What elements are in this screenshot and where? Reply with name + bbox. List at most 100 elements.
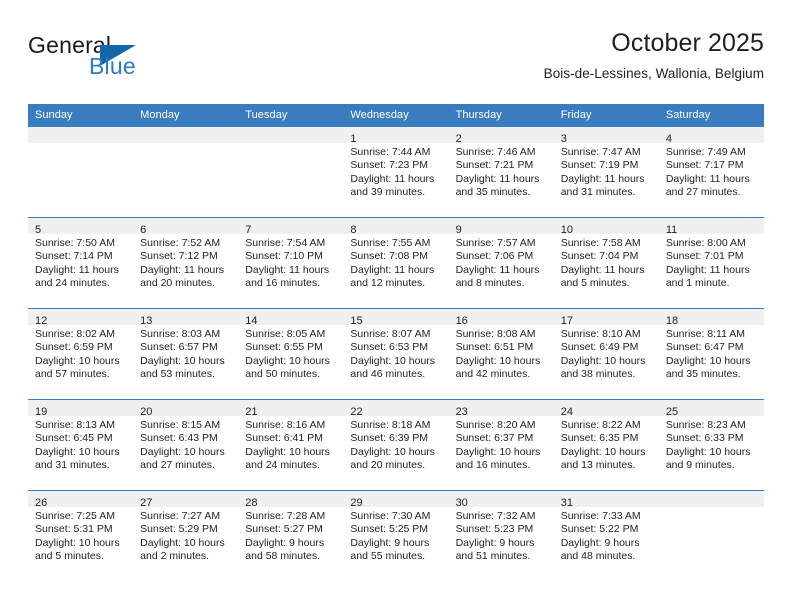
day-cell[interactable]: 6 Sunrise: 7:52 AM Sunset: 7:12 PM Daylight… <box>133 218 239 308</box>
day-details: Sunrise: 7:27 AM Sunset: 5:29 PM Daylight:… <box>133 507 238 564</box>
day-cell[interactable]: 1 Sunrise: 7:44 AM Sunset: 7:23 PM Daylight… <box>343 127 449 217</box>
day-cell[interactable]: 20 Sunrise: 8:15 AM Sunset: 6:43 PM Dayligh… <box>133 400 239 490</box>
day-number: 6 <box>140 224 147 236</box>
weekday-header-monday: Monday <box>133 104 239 127</box>
day-number: 11 <box>665 224 678 236</box>
day-cell[interactable]: 21 Sunrise: 8:16 AM Sunset: 6:41 PM Dayligh… <box>238 400 344 490</box>
daylight-text: Daylight: 10 hours and 46 minutes. <box>350 354 436 381</box>
day-number-band: 26 <box>28 491 134 509</box>
weekday-header-thursday: Thursday <box>448 104 554 127</box>
weekday-header-wednesday: Wednesday <box>343 104 449 127</box>
sunrise-text: Sunrise: 7:55 AM <box>350 237 431 249</box>
calendar-page: General Blue October 2025 Bois-de-Lessin… <box>0 0 792 612</box>
calendar-cell-day: 16 Sunrise: 8:08 AM Sunset: 6:51 PM Dayligh… <box>448 308 554 400</box>
calendar-body: 1 Sunrise: 7:44 AM Sunset: 7:23 PM Daylight… <box>28 127 764 581</box>
sunset-text: Sunset: 5:29 PM <box>140 523 218 536</box>
day-cell[interactable]: 9 Sunrise: 7:57 AM Sunset: 7:06 PM Daylight… <box>448 218 554 308</box>
sunset-text: Sunset: 5:25 PM <box>350 523 429 536</box>
day-number: 1 <box>350 133 357 145</box>
day-cell[interactable]: 12 Sunrise: 8:02 AM Sunset: 6:59 PM Dayligh… <box>28 309 134 399</box>
daylight-text: Daylight: 9 hours and 58 minutes. <box>245 536 325 563</box>
sunset-text: Sunset: 7:14 PM <box>35 250 113 263</box>
daylight-text: Daylight: 10 hours and 42 minutes. <box>455 354 541 381</box>
sunset-text: Sunset: 6:47 PM <box>665 341 744 354</box>
sunrise-text: Sunrise: 7:46 AM <box>455 146 536 158</box>
empty-day-cell <box>133 127 239 217</box>
calendar-week-row: 5 Sunrise: 7:50 AM Sunset: 7:14 PM Daylight… <box>28 217 764 309</box>
sunset-text: Sunset: 5:22 PM <box>560 523 639 536</box>
day-number-band <box>28 127 134 143</box>
sunrise-text: Sunrise: 8:03 AM <box>140 328 221 340</box>
day-cell[interactable]: 16 Sunrise: 8:08 AM Sunset: 6:51 PM Dayligh… <box>448 309 554 399</box>
calendar-cell-day: 14 Sunrise: 8:05 AM Sunset: 6:55 PM Dayligh… <box>238 308 344 400</box>
day-number-band: 2 <box>448 127 554 145</box>
day-cell[interactable]: 29 Sunrise: 7:30 AM Sunset: 5:25 PM Dayligh… <box>343 491 449 581</box>
day-number: 19 <box>35 406 48 418</box>
daylight-text: Daylight: 11 hours and 35 minutes. <box>455 172 540 199</box>
weekday-header-sunday: Sunday <box>28 104 134 127</box>
calendar-cell-day: 31 Sunrise: 7:33 AM Sunset: 5:22 PM Dayligh… <box>553 490 659 581</box>
location-subtitle: Bois-de-Lessines, Wallonia, Belgium <box>543 66 764 81</box>
day-cell[interactable]: 22 Sunrise: 8:18 AM Sunset: 6:39 PM Dayligh… <box>343 400 449 490</box>
sunset-text: Sunset: 6:45 PM <box>35 432 113 445</box>
sunrise-text: Sunrise: 8:18 AM <box>350 419 431 431</box>
day-number-band: 16 <box>448 309 554 327</box>
day-number: 30 <box>455 497 468 509</box>
day-cell[interactable]: 11 Sunrise: 8:00 AM Sunset: 7:01 PM Dayligh… <box>658 218 764 308</box>
day-details: Sunrise: 8:13 AM Sunset: 6:45 PM Daylight:… <box>28 416 133 473</box>
day-cell[interactable]: 28 Sunrise: 7:28 AM Sunset: 5:27 PM Dayligh… <box>238 491 344 581</box>
day-cell[interactable]: 4 Sunrise: 7:49 AM Sunset: 7:17 PM Daylight… <box>658 127 764 217</box>
day-number-band <box>238 127 344 143</box>
day-cell[interactable]: 3 Sunrise: 7:47 AM Sunset: 7:19 PM Daylight… <box>553 127 659 217</box>
sunset-text: Sunset: 7:19 PM <box>560 159 639 172</box>
calendar-cell-day: 4 Sunrise: 7:49 AM Sunset: 7:17 PM Daylight… <box>658 127 764 218</box>
sunrise-text: Sunrise: 8:08 AM <box>455 328 536 340</box>
day-cell[interactable]: 30 Sunrise: 7:32 AM Sunset: 5:23 PM Dayligh… <box>448 491 554 581</box>
day-cell[interactable]: 5 Sunrise: 7:50 AM Sunset: 7:14 PM Daylight… <box>28 218 134 308</box>
day-number-band: 7 <box>238 218 344 236</box>
calendar-cell-empty <box>133 127 239 218</box>
day-cell[interactable]: 13 Sunrise: 8:03 AM Sunset: 6:57 PM Dayligh… <box>133 309 239 399</box>
day-number-band: 10 <box>553 218 659 236</box>
day-cell[interactable]: 18 Sunrise: 8:11 AM Sunset: 6:47 PM Dayligh… <box>658 309 764 399</box>
day-details: Sunrise: 8:20 AM Sunset: 6:37 PM Daylight:… <box>449 416 554 473</box>
day-cell[interactable]: 14 Sunrise: 8:05 AM Sunset: 6:55 PM Dayligh… <box>238 309 344 399</box>
sunset-text: Sunset: 6:39 PM <box>350 432 429 445</box>
day-details: Sunrise: 7:54 AM Sunset: 7:10 PM Daylight:… <box>238 234 343 291</box>
day-number: 28 <box>245 497 258 509</box>
day-cell[interactable]: 8 Sunrise: 7:55 AM Sunset: 7:08 PM Daylight… <box>343 218 449 308</box>
daylight-text: Daylight: 10 hours and 50 minutes. <box>245 354 330 381</box>
sunrise-text: Sunrise: 7:25 AM <box>35 510 115 522</box>
day-details: Sunrise: 7:46 AM Sunset: 7:21 PM Daylight:… <box>449 143 554 200</box>
day-details: Sunrise: 8:16 AM Sunset: 6:41 PM Daylight:… <box>238 416 343 473</box>
day-cell[interactable]: 25 Sunrise: 8:23 AM Sunset: 6:33 PM Dayligh… <box>658 400 764 490</box>
calendar-cell-day: 25 Sunrise: 8:23 AM Sunset: 6:33 PM Dayligh… <box>658 399 764 491</box>
day-number-band: 27 <box>133 491 239 509</box>
day-cell[interactable]: 19 Sunrise: 8:13 AM Sunset: 6:45 PM Dayligh… <box>28 400 134 490</box>
day-number: 29 <box>350 497 363 509</box>
sunset-text: Sunset: 6:59 PM <box>35 341 113 354</box>
day-cell[interactable]: 7 Sunrise: 7:54 AM Sunset: 7:10 PM Daylight… <box>238 218 344 308</box>
sunrise-text: Sunrise: 7:57 AM <box>455 237 536 249</box>
sunrise-text: Sunrise: 7:47 AM <box>560 146 641 158</box>
sunrise-text: Sunrise: 7:30 AM <box>350 510 431 522</box>
day-cell[interactable]: 27 Sunrise: 7:27 AM Sunset: 5:29 PM Dayligh… <box>133 491 239 581</box>
day-cell[interactable]: 17 Sunrise: 8:10 AM Sunset: 6:49 PM Dayligh… <box>553 309 659 399</box>
day-cell[interactable]: 26 Sunrise: 7:25 AM Sunset: 5:31 PM Dayligh… <box>28 491 134 581</box>
day-cell[interactable]: 15 Sunrise: 8:07 AM Sunset: 6:53 PM Dayligh… <box>343 309 449 399</box>
empty-day-cell <box>28 127 134 217</box>
sunset-text: Sunset: 6:57 PM <box>140 341 218 354</box>
day-cell[interactable]: 24 Sunrise: 8:22 AM Sunset: 6:35 PM Dayligh… <box>553 400 659 490</box>
day-cell[interactable]: 23 Sunrise: 8:20 AM Sunset: 6:37 PM Dayligh… <box>448 400 554 490</box>
day-cell[interactable]: 31 Sunrise: 7:33 AM Sunset: 5:22 PM Dayligh… <box>553 491 659 581</box>
sunset-text: Sunset: 7:01 PM <box>665 250 744 263</box>
day-number: 15 <box>350 315 363 327</box>
day-cell[interactable]: 10 Sunrise: 7:58 AM Sunset: 7:04 PM Dayligh… <box>553 218 659 308</box>
logo-text-blue: Blue <box>89 53 136 79</box>
day-number: 10 <box>560 224 573 236</box>
day-details: Sunrise: 7:57 AM Sunset: 7:06 PM Daylight:… <box>449 234 554 291</box>
day-cell[interactable]: 2 Sunrise: 7:46 AM Sunset: 7:21 PM Daylight… <box>448 127 554 217</box>
sunrise-text: Sunrise: 7:27 AM <box>140 510 221 522</box>
sunset-text: Sunset: 6:41 PM <box>245 432 323 445</box>
general-blue-logo[interactable]: General Blue <box>28 32 208 88</box>
